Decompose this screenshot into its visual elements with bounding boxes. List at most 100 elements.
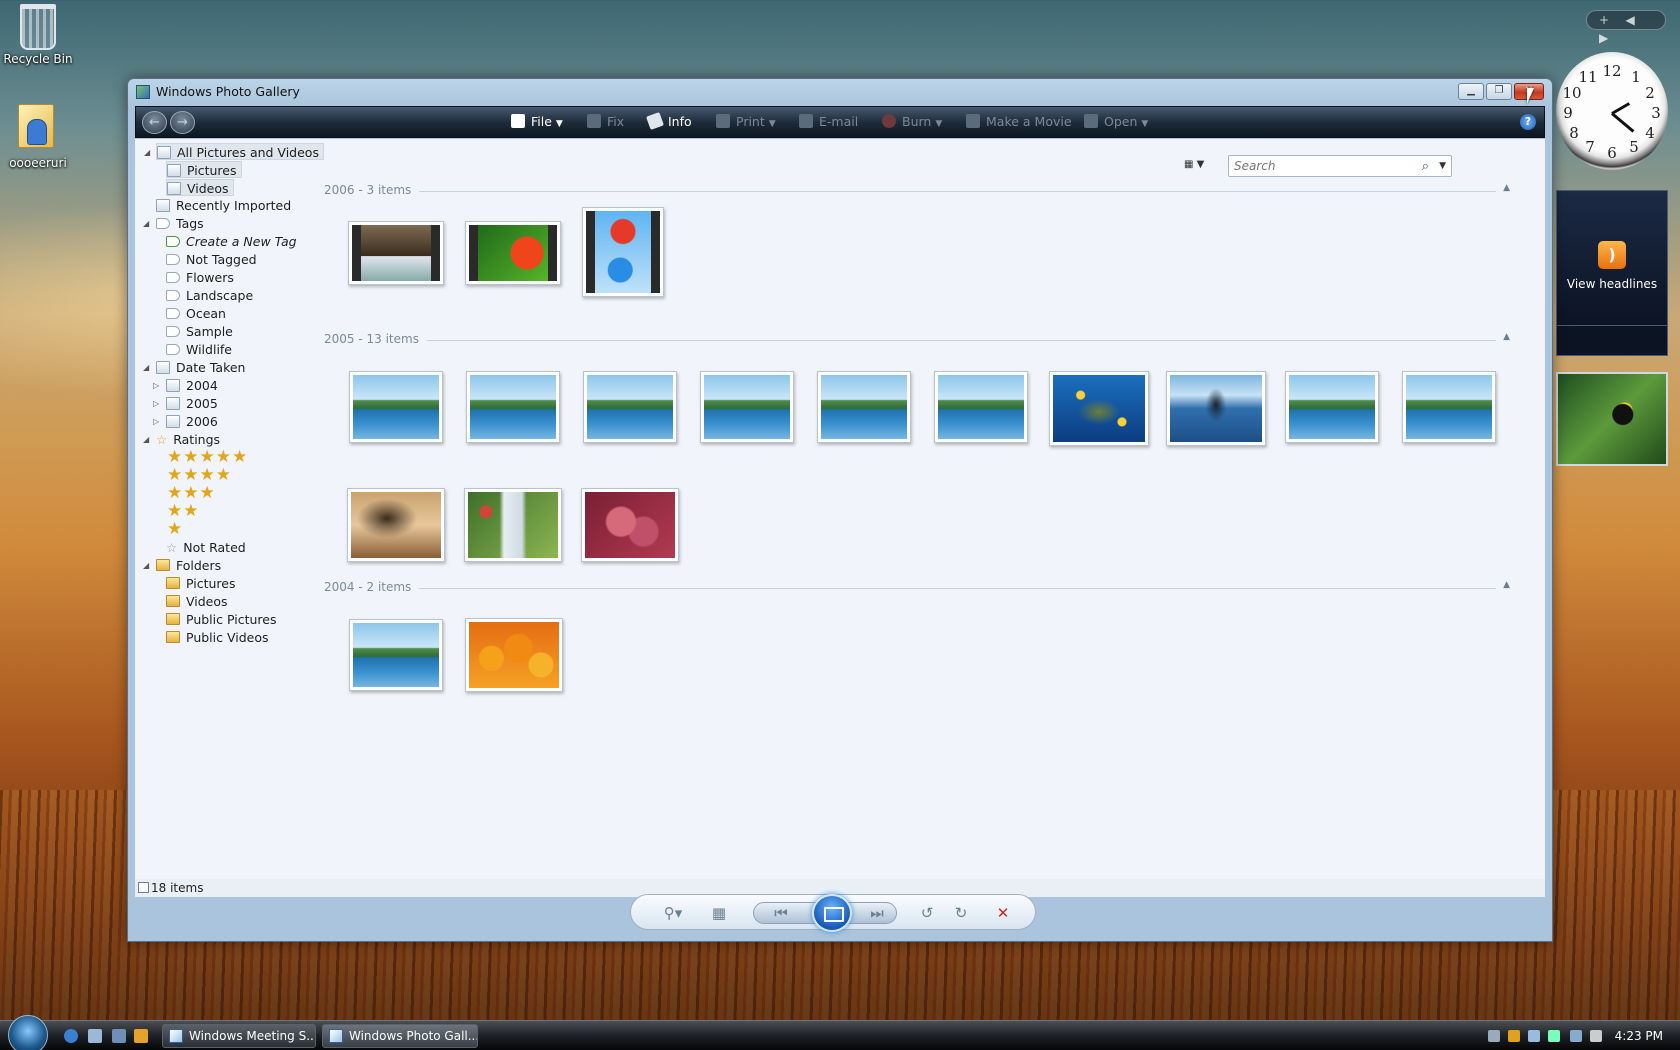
tree-date-taken[interactable]: ◢ Date Taken — [143, 359, 245, 376]
view-options-button[interactable]: ▦ ▼ — [1184, 159, 1216, 177]
volume-mute-icon[interactable] — [1590, 1030, 1602, 1042]
title-bar[interactable]: Windows Photo Gallery — [128, 79, 1552, 105]
thumbnail-video-bear[interactable] — [348, 221, 444, 285]
thumbnail-photo[interactable] — [700, 371, 794, 443]
tree-folders[interactable]: ◢ Folders — [143, 557, 221, 574]
network-icon[interactable] — [1570, 1030, 1582, 1042]
internet-explorer-icon[interactable] — [64, 1029, 78, 1043]
zoom-icon[interactable]: ⚲▾ — [655, 901, 691, 925]
tree-not-tagged[interactable]: Not Tagged — [166, 251, 257, 268]
sidebar-prev-button[interactable]: ◀ — [1626, 13, 1635, 27]
fix-button[interactable]: Fix — [587, 107, 624, 137]
clock-gadget[interactable]: 12 1 2 3 4 5 6 7 8 9 10 11 — [1556, 52, 1668, 170]
rotate-right-icon[interactable]: ↻ — [949, 901, 973, 925]
thumbnail-photo-turtle[interactable] — [1049, 371, 1149, 446]
thumbnail-photo[interactable] — [349, 619, 443, 691]
thumbnail-photo[interactable] — [817, 371, 911, 443]
security-shield-icon[interactable] — [1508, 1030, 1520, 1042]
add-gadget-button[interactable]: + — [1599, 13, 1609, 27]
tree-year-2006[interactable]: ▷ 2006 — [153, 413, 218, 430]
thumbnail-video-butterfly[interactable] — [465, 221, 561, 285]
thumbnail-photo[interactable] — [466, 371, 560, 443]
tree-tags[interactable]: ◢ Tags — [143, 215, 204, 232]
forward-button[interactable]: → — [170, 111, 195, 134]
tree-ratings[interactable]: ◢ ☆ Ratings — [143, 431, 220, 448]
rating-1-star[interactable]: ★ — [167, 521, 183, 538]
media-player-icon[interactable] — [134, 1029, 148, 1043]
rating-2-stars[interactable]: ★★ — [167, 503, 199, 520]
thumbnail-photo-whale[interactable] — [1166, 371, 1266, 446]
sidebar-next-button[interactable]: ▶ — [1599, 31, 1608, 45]
next-icon[interactable]: ⏭ — [859, 901, 895, 925]
thumbnail-video-balloons[interactable] — [582, 207, 664, 297]
collapse-group-icon[interactable]: ▲ — [1503, 580, 1510, 590]
rating-5-stars[interactable]: ★★★★★ — [167, 449, 248, 466]
tree-folder-public-videos[interactable]: Public Videos — [166, 629, 269, 646]
open-menu[interactable]: Open ▼ — [1084, 107, 1148, 137]
taskbar-photo-gallery[interactable]: Windows Photo Gall... — [322, 1024, 478, 1048]
thumbnail-photo-flowers[interactable] — [465, 618, 563, 692]
group-header-2004[interactable]: 2004 - 2 items ▲ — [324, 580, 1510, 596]
group-header-2005[interactable]: 2005 - 13 items ▲ — [324, 332, 1510, 348]
thumbnail-photo-trees[interactable] — [347, 488, 445, 562]
tree-not-rated[interactable]: ☆ Not Rated — [166, 539, 246, 556]
tree-tag-ocean[interactable]: Ocean — [166, 305, 226, 322]
tree-folder-pictures[interactable]: Pictures — [166, 575, 236, 592]
rotate-left-icon[interactable]: ↺ — [915, 901, 939, 925]
thumbnail-size-icon[interactable]: ▦ — [707, 901, 731, 925]
device-icon[interactable] — [1548, 1030, 1560, 1042]
tray-clock[interactable]: 4:23 PM — [1615, 1021, 1663, 1050]
email-button[interactable]: E-mail — [799, 107, 858, 137]
thumbnail-photo-waterfall[interactable] — [464, 488, 562, 562]
tree-tag-landscape[interactable]: Landscape — [166, 287, 253, 304]
tree-folder-videos[interactable]: Videos — [166, 593, 228, 610]
search-input[interactable]: Search ⌕ ▼ — [1228, 155, 1452, 177]
start-button[interactable] — [8, 1015, 48, 1050]
previous-icon[interactable]: ⏮ — [763, 901, 799, 925]
tree-tag-sample[interactable]: Sample — [166, 323, 233, 340]
chevron-down-icon[interactable]: ▼ — [1439, 156, 1446, 176]
tree-tag-wildlife[interactable]: Wildlife — [166, 341, 232, 358]
make-movie-button[interactable]: Make a Movie — [966, 107, 1072, 137]
thumbnail-photo[interactable] — [1402, 371, 1496, 443]
group-header-2006[interactable]: 2006 - 3 items ▲ — [324, 183, 1510, 199]
thumbnail-photo[interactable] — [349, 371, 443, 443]
collapse-group-icon[interactable]: ▲ — [1503, 183, 1510, 193]
thumbnail-photo-leaves[interactable] — [581, 488, 679, 562]
print-menu[interactable]: Print ▼ — [716, 107, 776, 137]
info-button[interactable]: Info — [646, 107, 692, 137]
show-desktop-icon[interactable] — [88, 1029, 102, 1043]
sync-icon[interactable] — [1528, 1030, 1540, 1042]
tree-year-2004[interactable]: ▷ 2004 — [153, 377, 218, 394]
tray-app-icon[interactable] — [1488, 1030, 1500, 1042]
back-button[interactable]: ← — [142, 111, 167, 134]
file-menu[interactable]: File ▼ — [511, 107, 563, 137]
slideshow-button[interactable] — [812, 894, 852, 932]
thumbnail-photo[interactable] — [583, 371, 677, 443]
collapse-group-icon[interactable]: ▲ — [1503, 332, 1510, 342]
rating-3-stars[interactable]: ★★★ — [167, 485, 216, 502]
feed-headlines-gadget[interactable]: ) View headlines — [1556, 190, 1668, 326]
search-icon[interactable]: ⌕ — [1422, 157, 1429, 177]
taskbar-meeting-space[interactable]: Windows Meeting S... — [162, 1024, 316, 1048]
rating-4-stars[interactable]: ★★★★ — [167, 467, 232, 484]
tree-pictures[interactable]: Pictures — [166, 161, 242, 178]
tree-tag-flowers[interactable]: Flowers — [166, 269, 234, 286]
burn-menu[interactable]: Burn ▼ — [882, 107, 942, 137]
switch-windows-icon[interactable] — [112, 1029, 126, 1043]
tree-recently-imported[interactable]: Recently Imported — [156, 197, 291, 214]
delete-icon[interactable]: ✕ — [991, 901, 1015, 925]
tree-folder-public-pictures[interactable]: Public Pictures — [166, 611, 276, 628]
thumbnail-photo[interactable] — [1285, 371, 1379, 443]
tree-all-pictures-videos[interactable]: ◢ All Pictures and Videos — [144, 143, 324, 160]
thumbnail-photo[interactable] — [934, 371, 1028, 443]
tree-videos[interactable]: Videos — [166, 179, 234, 196]
maximize-button[interactable]: ❐ — [1486, 83, 1512, 100]
folder-icon — [166, 631, 180, 643]
tree-year-2005[interactable]: ▷ 2005 — [153, 395, 218, 412]
slideshow-gadget[interactable] — [1556, 372, 1668, 466]
taskbar-button-label: Windows Meeting S... — [189, 1029, 316, 1043]
help-icon[interactable]: ? — [1520, 114, 1536, 130]
tree-create-tag[interactable]: Create a New Tag — [166, 233, 297, 250]
minimize-button[interactable]: ▁ — [1458, 83, 1484, 100]
